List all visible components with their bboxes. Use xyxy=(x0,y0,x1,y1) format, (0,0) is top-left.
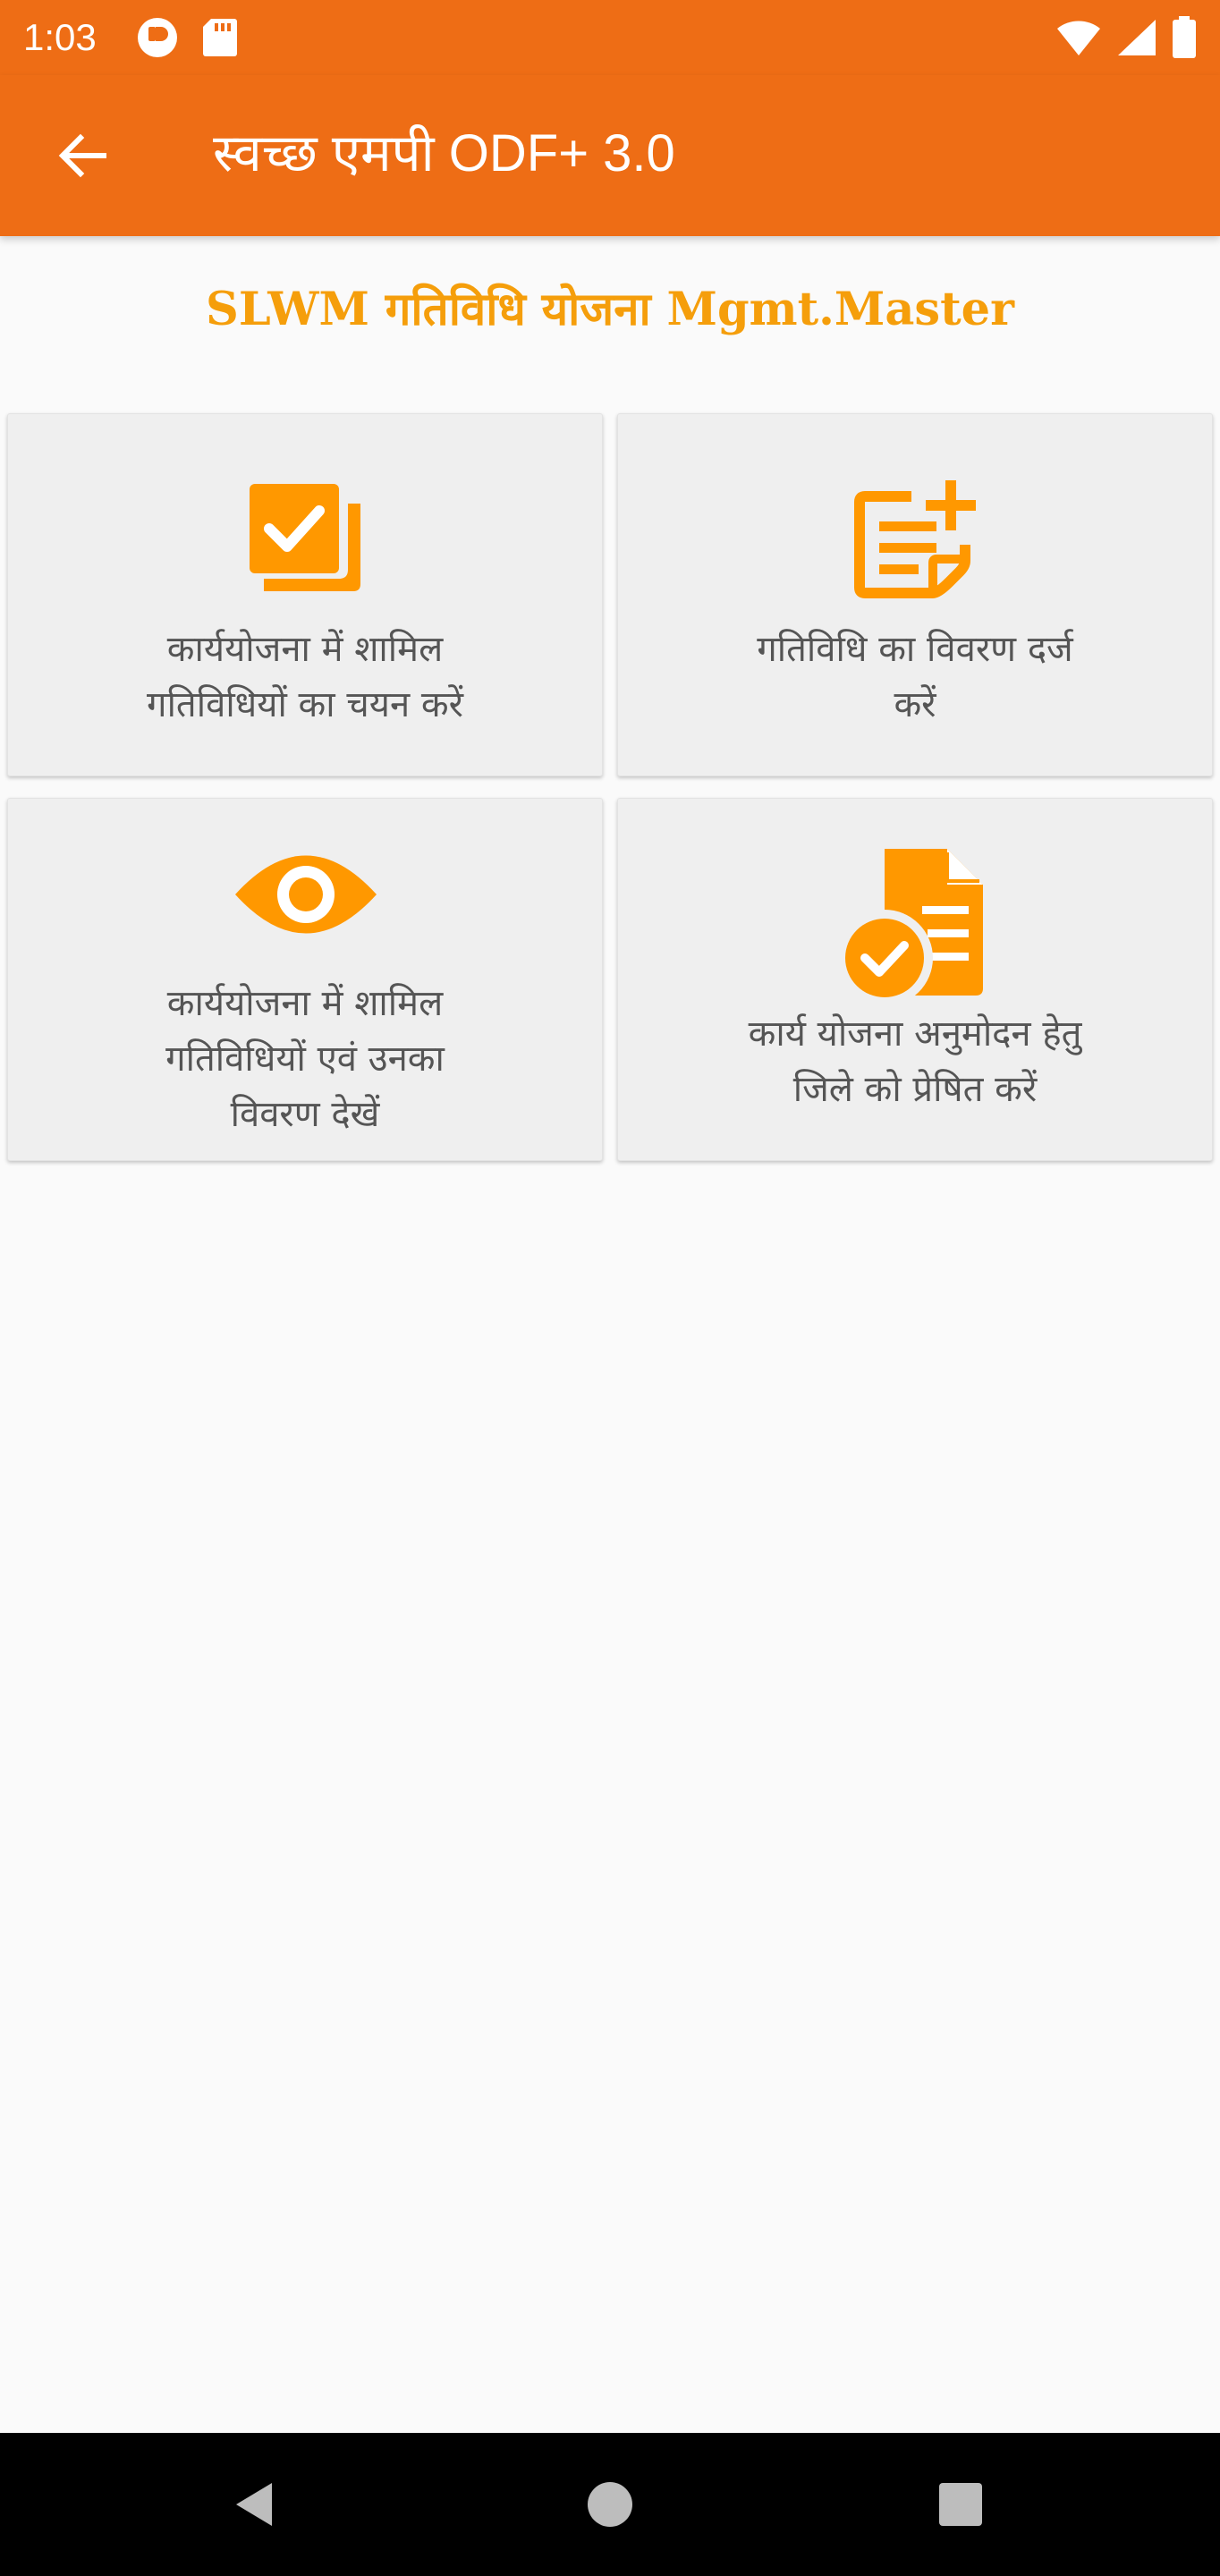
wifi-icon xyxy=(1055,18,1102,61)
status-left-icons xyxy=(136,16,238,63)
eye-icon xyxy=(235,855,377,934)
nav-recents-button[interactable] xyxy=(925,2469,996,2540)
card-label: गतिविधि का विवरण दर्ज करें xyxy=(757,629,1073,725)
nav-back-button[interactable] xyxy=(218,2469,290,2540)
card-view-activities[interactable]: कार्ययोजना में शामिल गतिविधियों एवं उनका… xyxy=(7,798,603,1161)
add-note-icon xyxy=(854,480,976,598)
status-time: 1:03 xyxy=(23,16,97,58)
card-send-to-district[interactable]: कार्य योजना अनुमोदन हेतु जिले को प्रेषित… xyxy=(617,798,1213,1161)
status-bar: 1:03 xyxy=(0,0,1220,75)
app-title: स्वच्छ एमपी ODF+ 3.0 xyxy=(213,124,675,182)
nav-home-button[interactable] xyxy=(574,2469,646,2540)
back-button[interactable] xyxy=(36,113,129,199)
battery-icon xyxy=(1172,16,1197,63)
card-label: कार्ययोजना में शामिल गतिविधियों का चयन क… xyxy=(147,629,463,725)
status-right-icons xyxy=(1055,16,1197,63)
sd-card-icon xyxy=(202,17,238,62)
card-label: कार्ययोजना में शामिल गतिविधियों एवं उनका… xyxy=(165,983,445,1135)
card-enter-activity-details[interactable]: गतिविधि का विवरण दर्ज करें xyxy=(617,413,1213,776)
checklist-icon xyxy=(250,484,360,591)
recents-square-icon xyxy=(939,2483,982,2526)
back-triangle-icon xyxy=(236,2483,272,2526)
navigation-bar xyxy=(0,2433,1220,2576)
page-heading: SLWM गतिविधि योजना Mgmt.Master xyxy=(206,283,1014,336)
home-circle-icon xyxy=(588,2482,632,2527)
arrow-left-icon xyxy=(58,133,106,178)
signal-icon xyxy=(1116,18,1157,61)
app-bar: स्वच्छ एमपी ODF+ 3.0 xyxy=(0,75,1220,236)
card-select-activities[interactable]: कार्ययोजना में शामिल गतिविधियों का चयन क… xyxy=(7,413,603,776)
card-label: कार्य योजना अनुमोदन हेतु जिले को प्रेषित… xyxy=(748,1013,1082,1110)
notification-app-icon xyxy=(136,16,179,63)
document-approved-icon xyxy=(836,849,983,1006)
